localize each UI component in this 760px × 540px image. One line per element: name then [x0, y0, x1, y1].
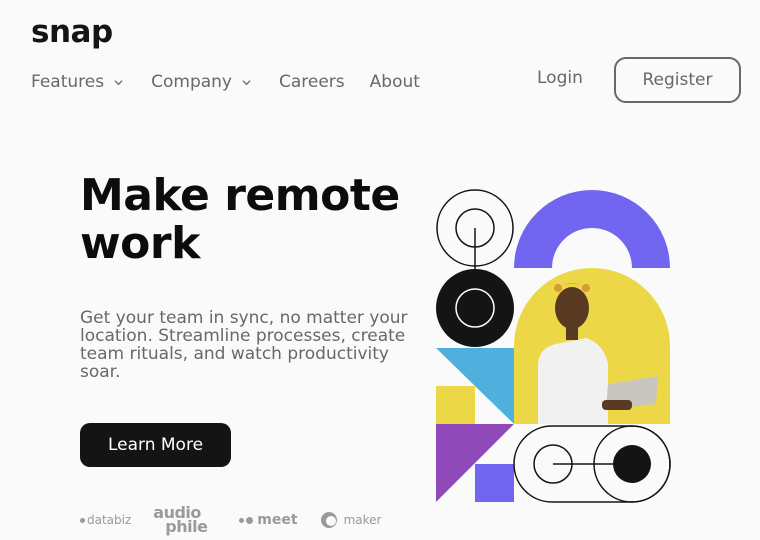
snap-logo[interactable]: snap [31, 14, 113, 50]
nav-item-label: About [369, 72, 420, 92]
toggle-knob [613, 445, 651, 483]
purple-arch-shape [514, 190, 670, 268]
chevron-down-icon [242, 79, 251, 85]
hero-subtext: Get your team in sync, no matter your lo… [80, 308, 408, 382]
meet-logo: meet [239, 512, 298, 528]
nav-item-company[interactable]: Company [151, 72, 279, 92]
nav-item-label: Company [151, 72, 232, 92]
meet-text: meet [257, 512, 298, 528]
yellow-square-shape [436, 386, 475, 424]
hero-illustration [436, 189, 671, 503]
nav-item-about[interactable]: About [370, 72, 420, 92]
hero-headline: Make remote work [80, 170, 400, 269]
dot-icon [80, 517, 85, 523]
databiz-text: databiz [87, 513, 132, 527]
learn-more-button[interactable]: Learn More [80, 423, 231, 467]
nav-item-features[interactable]: Features [31, 72, 151, 92]
maker-logo: maker [320, 511, 382, 529]
main-nav: Features Company Careers About [31, 72, 445, 92]
databiz-logo: databiz [80, 513, 131, 527]
login-link[interactable]: Login [537, 68, 583, 88]
maker-mark-icon [320, 512, 337, 528]
purple-square-shape [475, 464, 514, 502]
nav-item-label: Features [31, 72, 105, 92]
black-circle-shape [436, 269, 514, 347]
nav-item-careers[interactable]: Careers [279, 72, 345, 92]
audiophile-logo: audio phile [153, 505, 217, 536]
chevron-down-icon [114, 79, 123, 85]
audiophile-text-bottom: phile [165, 517, 208, 536]
register-button[interactable]: Register [614, 57, 741, 103]
client-logos: databiz audio phile meet maker [80, 505, 403, 536]
dot-icon [239, 517, 245, 523]
dot-icon [246, 516, 254, 524]
nav-item-label: Careers [278, 72, 345, 92]
maker-text: maker [343, 513, 382, 527]
